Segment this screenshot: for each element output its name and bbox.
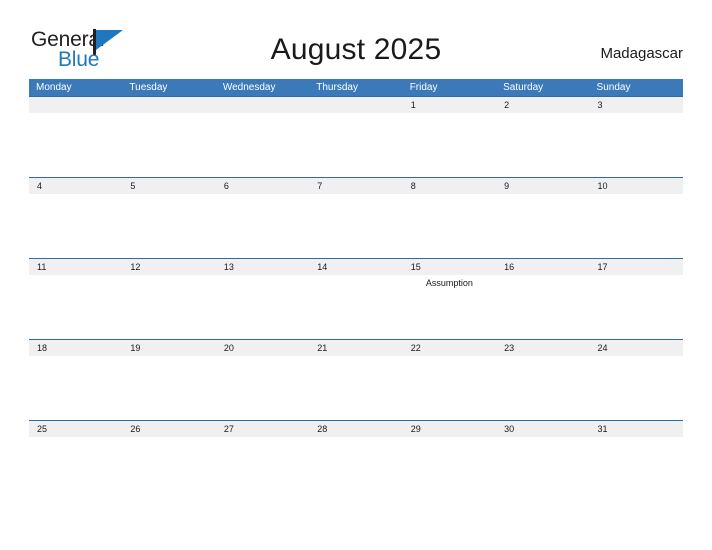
day-event-cell[interactable] (496, 437, 589, 501)
week-event-strip (29, 194, 683, 258)
weekday-header-wednesday: Wednesday (222, 82, 276, 93)
day-event-cell[interactable] (122, 113, 215, 177)
page-header: General Blue August 2025 Madagascar (0, 0, 712, 76)
day-number-cell[interactable]: 29 (403, 421, 496, 437)
week-event-strip (29, 437, 683, 501)
week-event-strip: Assumption (29, 275, 683, 339)
day-number-cell[interactable]: 28 (309, 421, 402, 437)
day-event-cell[interactable] (590, 113, 683, 177)
day-event-cell[interactable] (309, 275, 402, 339)
day-event-cell[interactable] (216, 437, 309, 501)
day-number-cell[interactable] (29, 97, 122, 113)
day-number-cell[interactable]: 11 (29, 259, 122, 275)
day-number-cell[interactable]: 4 (29, 178, 122, 194)
day-event-cell[interactable] (122, 356, 215, 420)
calendar-week-row: 18 19 20 21 22 23 24 (29, 339, 683, 420)
calendar-week-row: 25 26 27 28 29 30 31 (29, 420, 683, 501)
day-event-cell[interactable] (216, 113, 309, 177)
day-number-cell[interactable]: 1 (403, 97, 496, 113)
weekday-header-friday: Friday (409, 82, 438, 93)
day-event-cell[interactable] (309, 437, 402, 501)
day-event-cell[interactable] (590, 437, 683, 501)
day-event-cell[interactable] (29, 194, 122, 258)
day-event-cell[interactable] (496, 194, 589, 258)
day-event-cell[interactable] (122, 194, 215, 258)
week-date-strip: 1 2 3 (29, 96, 683, 113)
day-event-cell[interactable] (496, 113, 589, 177)
week-date-strip: 18 19 20 21 22 23 24 (29, 339, 683, 356)
day-number-cell[interactable] (309, 97, 402, 113)
calendar-week-row: 11 12 13 14 15 16 17 Assumption (29, 258, 683, 339)
weekday-header-monday: Monday (36, 82, 72, 93)
day-number-cell[interactable]: 5 (122, 178, 215, 194)
day-number-cell[interactable] (122, 97, 215, 113)
day-event-cell[interactable] (29, 113, 122, 177)
day-number-cell[interactable]: 7 (309, 178, 402, 194)
day-number-cell[interactable]: 18 (29, 340, 122, 356)
day-number-cell[interactable] (216, 97, 309, 113)
day-number-cell[interactable]: 22 (403, 340, 496, 356)
weekday-header-sunday: Sunday (596, 82, 631, 93)
day-event-cell[interactable] (309, 356, 402, 420)
day-event-cell[interactable] (29, 437, 122, 501)
calendar-week-row: 4 5 6 7 8 9 10 (29, 177, 683, 258)
day-number-cell[interactable]: 26 (122, 421, 215, 437)
day-number-cell[interactable]: 15 (403, 259, 496, 275)
day-event-cell[interactable] (496, 275, 589, 339)
day-event-cell[interactable] (216, 194, 309, 258)
week-date-strip: 4 5 6 7 8 9 10 (29, 177, 683, 194)
day-event-cell[interactable] (309, 194, 402, 258)
weekday-header-row: Monday Tuesday Wednesday Thursday Friday… (29, 79, 683, 96)
day-event-cell[interactable] (403, 437, 496, 501)
day-number-cell[interactable]: 13 (216, 259, 309, 275)
day-number-cell[interactable]: 27 (216, 421, 309, 437)
day-number-cell[interactable]: 12 (122, 259, 215, 275)
day-event-cell[interactable] (122, 275, 215, 339)
holiday-event-assumption[interactable]: Assumption (403, 275, 496, 339)
day-number-cell[interactable]: 19 (122, 340, 215, 356)
day-event-cell[interactable] (590, 356, 683, 420)
day-event-cell[interactable] (496, 356, 589, 420)
day-number-cell[interactable]: 23 (496, 340, 589, 356)
day-event-cell[interactable] (590, 275, 683, 339)
day-number-cell[interactable]: 14 (309, 259, 402, 275)
week-event-strip (29, 356, 683, 420)
day-number-cell[interactable]: 24 (590, 340, 683, 356)
week-date-strip: 11 12 13 14 15 16 17 (29, 258, 683, 275)
week-event-strip (29, 113, 683, 177)
day-event-cell[interactable] (403, 194, 496, 258)
day-number-cell[interactable]: 25 (29, 421, 122, 437)
day-number-cell[interactable]: 30 (496, 421, 589, 437)
day-event-cell[interactable] (122, 437, 215, 501)
day-event-cell[interactable] (29, 275, 122, 339)
day-number-cell[interactable]: 3 (590, 97, 683, 113)
day-number-cell[interactable]: 2 (496, 97, 589, 113)
day-number-cell[interactable]: 20 (216, 340, 309, 356)
day-number-cell[interactable]: 8 (403, 178, 496, 194)
day-number-cell[interactable]: 10 (590, 178, 683, 194)
day-number-cell[interactable]: 17 (590, 259, 683, 275)
day-number-cell[interactable]: 9 (496, 178, 589, 194)
day-number-cell[interactable]: 31 (590, 421, 683, 437)
calendar-grid: Monday Tuesday Wednesday Thursday Friday… (29, 79, 683, 501)
day-number-cell[interactable]: 6 (216, 178, 309, 194)
day-event-cell[interactable] (403, 356, 496, 420)
day-event-cell[interactable] (216, 356, 309, 420)
day-event-cell[interactable] (29, 356, 122, 420)
weekday-header-thursday: Thursday (316, 82, 358, 93)
week-date-strip: 25 26 27 28 29 30 31 (29, 420, 683, 437)
day-number-cell[interactable]: 21 (309, 340, 402, 356)
day-event-cell[interactable] (590, 194, 683, 258)
day-number-cell[interactable]: 16 (496, 259, 589, 275)
weekday-header-tuesday: Tuesday (129, 82, 168, 93)
day-event-cell[interactable] (216, 275, 309, 339)
country-label: Madagascar (600, 45, 683, 62)
day-event-cell[interactable] (309, 113, 402, 177)
weekday-header-saturday: Saturday (503, 82, 544, 93)
day-event-cell[interactable] (403, 113, 496, 177)
calendar-week-row: 1 2 3 (29, 96, 683, 177)
